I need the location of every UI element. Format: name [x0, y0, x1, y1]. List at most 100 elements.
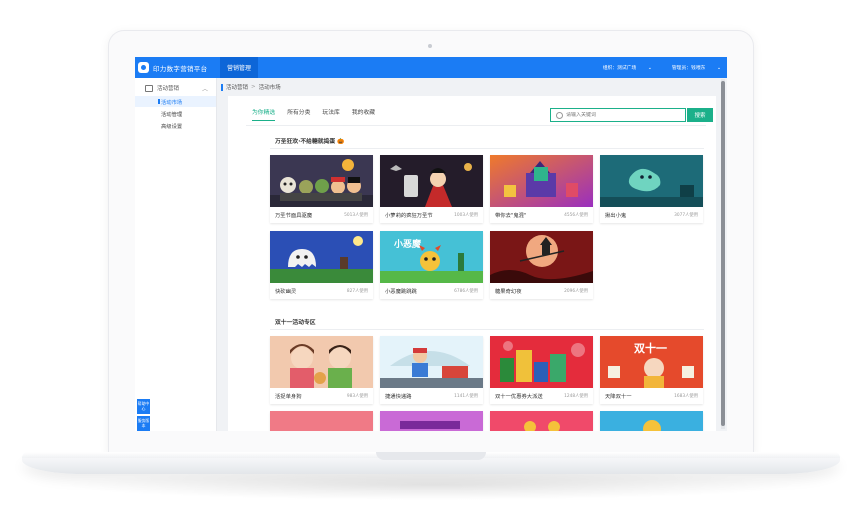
tab-my-favorites[interactable]: 我的收藏 [352, 107, 375, 121]
card-name: 活捉单身狗 [275, 394, 302, 400]
search-box [550, 108, 686, 122]
activity-card[interactable]: 带你去"鬼混" 4556人使用 [490, 155, 593, 223]
screen: 印力数字营销平台 营销管理 组织：测试广场 ⌄ 管理员：钱喂东 ⌄ 活动营销 ︿… [135, 57, 727, 431]
activity-card[interactable]: 捷通快递路 1141人使用 [380, 336, 483, 404]
activity-card[interactable]: 小恶魔 小恶魔跳跳跳 6786人使用 [380, 231, 483, 299]
activity-card-partial[interactable] [600, 411, 703, 431]
top-bar-right: 组织：测试广场 ⌄ 管理员：钱喂东 ⌄ [583, 57, 721, 78]
chevron-down-icon: ⌄ [647, 66, 652, 71]
card-usage: 1248人使用 [564, 394, 588, 399]
sidebar-item-market[interactable]: 活动市场 [135, 96, 216, 107]
sidebar: 活动营销 ︿ 活动市场 活动管理 高级设置 帮助中心 服务版本 [135, 78, 217, 431]
card-image [270, 336, 373, 388]
nav-tab-marketing[interactable]: 营销管理 [220, 57, 258, 78]
search-icon [556, 111, 563, 119]
sidebar-item-manage[interactable]: 活动管理 [135, 108, 216, 119]
card-usage: 3077人使用 [674, 213, 698, 218]
card-usage: 2096人使用 [564, 289, 588, 294]
svg-text:双十一: 双十一 [634, 341, 667, 355]
sidebar-group-label: 活动营销 [157, 86, 180, 92]
card-name: 揪出小鬼 [605, 213, 627, 219]
card-image [270, 155, 373, 207]
brand[interactable]: 印力数字营销平台 [135, 57, 207, 78]
help-center-button[interactable]: 帮助中心 [137, 399, 150, 414]
card-usage: 6786人使用 [454, 289, 478, 294]
card-name: 捷通快递路 [385, 394, 412, 400]
activity-card[interactable]: 糖果奇幻夜 2096人使用 [490, 231, 593, 299]
breadcrumb-item-current: 活动市场 [258, 85, 281, 91]
card-name: 小恶魔跳跳跳 [385, 289, 417, 295]
activity-card[interactable]: 万圣节面具驱魔 5013人使用 [270, 155, 373, 223]
card-name: 双十一优惠券大派送 [495, 394, 543, 400]
laptop-notch [376, 452, 486, 460]
svg-text:小恶魔: 小恶魔 [393, 238, 421, 250]
card-usage: 827人使用 [346, 289, 368, 294]
user-menu[interactable]: 管理员：钱喂东 ⌄ [662, 64, 721, 71]
breadcrumb-marker [221, 83, 223, 91]
sidebar-item-advanced[interactable]: 高级设置 [135, 120, 216, 131]
card-image: 小恶魔 [380, 231, 483, 283]
card-name: 带你去"鬼混" [495, 213, 527, 219]
card-image [600, 411, 703, 431]
card-image [490, 336, 593, 388]
activity-card[interactable]: 小萝莉的疯狂万圣节 1003人使用 [380, 155, 483, 223]
card-image [270, 231, 373, 283]
card-name: 万圣节面具驱魔 [275, 213, 313, 219]
tab-divider [246, 125, 706, 126]
section-divider [270, 148, 704, 149]
card-image [380, 336, 483, 388]
chevron-up-icon: ︿ [201, 85, 208, 93]
brand-name: 印力数字营销平台 [153, 64, 208, 73]
card-usage: 1141人使用 [454, 394, 478, 399]
scrollbar-thumb[interactable] [721, 81, 725, 426]
activity-card[interactable]: 揪出小鬼 3077人使用 [600, 155, 703, 223]
activity-card-partial[interactable] [490, 411, 593, 431]
card-image [380, 411, 483, 431]
activity-card[interactable]: 快砍幽灵 827人使用 [270, 231, 373, 299]
camera-dot [428, 44, 432, 48]
chevron-down-icon: ⌄ [716, 66, 721, 71]
tab-gameplay-library[interactable]: 玩法库 [322, 107, 339, 121]
card-image: 双十一 [600, 336, 703, 388]
laptop-shadow [60, 470, 802, 500]
card-image [490, 411, 593, 431]
card-image [270, 411, 373, 431]
search-input[interactable] [566, 112, 676, 118]
card-image [490, 231, 593, 283]
tab-bar: 为你精选 所有分类 玩法库 我的收藏 [252, 107, 387, 121]
org-selector[interactable]: 组织：测试广场 ⌄ [593, 64, 652, 71]
card-usage: 1683人使用 [674, 394, 698, 399]
activity-card[interactable]: 双十一优惠券大派送 1248人使用 [490, 336, 593, 404]
section-title: 双十一活动专区 [275, 320, 316, 326]
brand-logo-icon [138, 62, 149, 73]
card-image [600, 155, 703, 207]
activity-card[interactable]: 活捉单身狗 983人使用 [270, 336, 373, 404]
breadcrumb-separator-icon: > [251, 84, 256, 90]
card-usage: 4556人使用 [564, 213, 588, 218]
activity-card[interactable]: 双十一 天降双十一 1683人使用 [600, 336, 703, 404]
tab-all-categories[interactable]: 所有分类 [287, 107, 310, 121]
activity-card-partial[interactable] [270, 411, 373, 431]
flag-icon [145, 84, 153, 92]
card-image [490, 155, 593, 207]
card-name: 天降双十一 [605, 394, 632, 400]
section-title: 万圣狂欢·不给糖就捣蛋 🎃 [275, 139, 345, 145]
card-name: 快砍幽灵 [275, 289, 297, 295]
card-image [380, 155, 483, 207]
breadcrumb: 活动营销 > 活动市场 [221, 81, 281, 93]
activity-card-partial[interactable] [380, 411, 483, 431]
card-name: 小萝莉的疯狂万圣节 [385, 213, 433, 219]
service-version-button[interactable]: 服务版本 [137, 416, 150, 431]
search-button[interactable]: 搜索 [687, 108, 713, 122]
content-panel: 为你精选 所有分类 玩法库 我的收藏 搜索 万圣狂欢·不给糖就捣蛋 🎃 [228, 96, 716, 431]
card-usage: 1003人使用 [454, 213, 478, 218]
section-divider [270, 329, 704, 330]
sidebar-group-activity-marketing[interactable]: 活动营销 ︿ [135, 81, 216, 95]
card-name: 糖果奇幻夜 [495, 289, 522, 295]
card-usage: 5013人使用 [344, 213, 368, 218]
user-label: 管理员：钱喂东 [671, 66, 706, 71]
breadcrumb-item[interactable]: 活动营销 [226, 83, 248, 91]
org-label: 组织：测试广场 [602, 66, 637, 71]
tab-featured[interactable]: 为你精选 [252, 107, 276, 121]
laptop-base [22, 458, 840, 474]
